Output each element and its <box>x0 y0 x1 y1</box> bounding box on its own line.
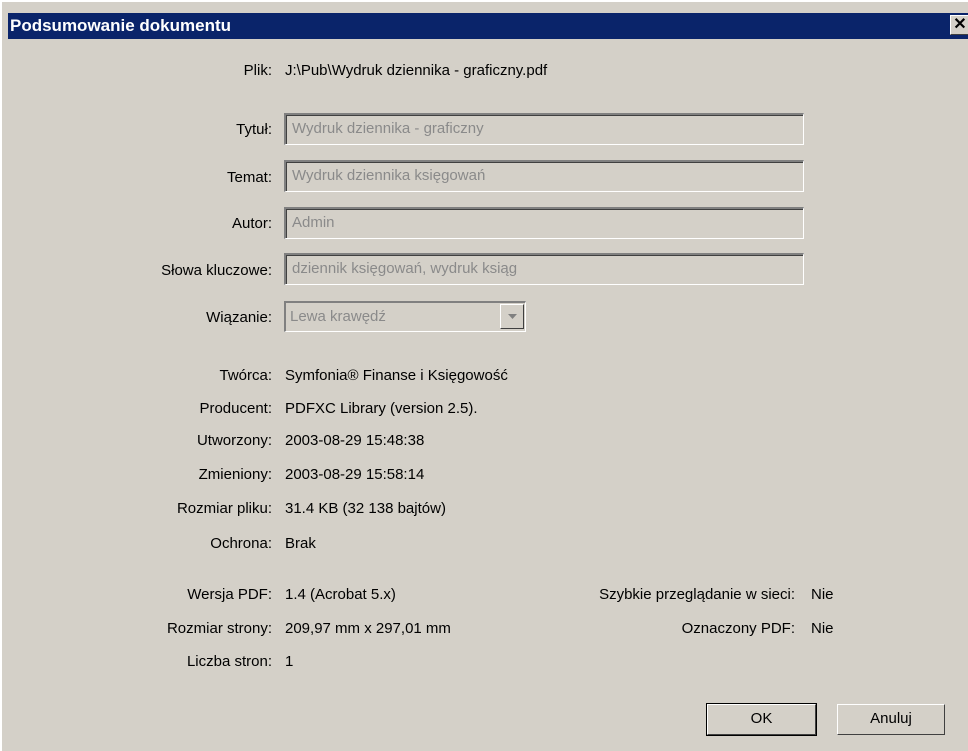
close-icon: ✕ <box>953 16 967 33</box>
tagged-pdf-value: Nie <box>811 620 834 637</box>
page-size-label: Rozmiar strony: <box>166 620 272 637</box>
author-field[interactable]: Admin <box>284 207 804 239</box>
binding-dropdown-button[interactable] <box>500 304 524 329</box>
page-size-value: 209,97 mm x 297,01 mm <box>285 620 451 637</box>
binding-select-value: Lewa krawędź <box>290 308 386 325</box>
pdf-version-label: Wersja PDF: <box>187 586 272 603</box>
producer-label: Producent: <box>199 400 272 417</box>
file-label: Plik: <box>243 62 272 79</box>
pdf-version-value: 1.4 (Acrobat 5.x) <box>285 586 396 603</box>
cancel-button[interactable]: Anuluj <box>837 704 945 735</box>
created-label: Utworzony: <box>196 432 272 449</box>
author-field-value: Admin <box>292 214 335 231</box>
page-count-label: Liczba stron: <box>186 653 272 670</box>
ok-button[interactable]: OK <box>706 703 817 736</box>
created-value: 2003-08-29 15:48:38 <box>285 432 425 449</box>
title-bar[interactable]: Podsumowanie dokumentu ✕ <box>8 13 968 39</box>
keywords-field[interactable]: dziennik księgowań, wydruk ksiąg <box>284 253 804 285</box>
keywords-field-value: dziennik księgowań, wydruk ksiąg <box>292 260 518 277</box>
subject-field[interactable]: Wydruk dziennika księgowań <box>284 160 804 192</box>
tagged-pdf-label: Oznaczony PDF: <box>681 620 795 637</box>
window-title: Podsumowanie dokumentu <box>10 16 232 35</box>
security-label: Ochrona: <box>210 535 272 552</box>
close-button[interactable]: ✕ <box>950 15 968 35</box>
binding-select[interactable]: Lewa krawędź <box>284 301 526 332</box>
author-label: Autor: <box>231 215 272 232</box>
fast-web-view-label: Szybkie przeglądanie w sieci: <box>599 586 795 603</box>
file-size-value: 31.4 KB (32 138 bajtów) <box>285 500 446 517</box>
security-value: Brak <box>285 535 316 552</box>
creator-value: Symfonia® Finanse i Księgowość <box>285 367 508 384</box>
chevron-down-icon <box>508 314 517 319</box>
producer-value: PDFXC Library (version 2.5). <box>285 400 478 417</box>
subject-label: Temat: <box>226 169 272 186</box>
creator-label: Twórca: <box>219 367 272 384</box>
page-count-value: 1 <box>285 653 294 670</box>
modified-label: Zmieniony: <box>198 466 272 483</box>
modified-value: 2003-08-29 15:58:14 <box>285 466 425 483</box>
title-field[interactable]: Wydruk dziennika - graficzny <box>284 113 804 145</box>
title-field-value: Wydruk dziennika - graficzny <box>292 120 484 137</box>
subject-field-value: Wydruk dziennika księgowań <box>292 167 486 184</box>
file-size-label: Rozmiar pliku: <box>176 500 272 517</box>
file-path: J:\Pub\Wydruk dziennika - graficzny.pdf <box>285 62 548 79</box>
fast-web-view-value: Nie <box>811 586 834 603</box>
title-label: Tytuł: <box>236 121 272 138</box>
keywords-label: Słowa kluczowe: <box>161 262 272 279</box>
binding-label: Wiązanie: <box>206 309 272 326</box>
